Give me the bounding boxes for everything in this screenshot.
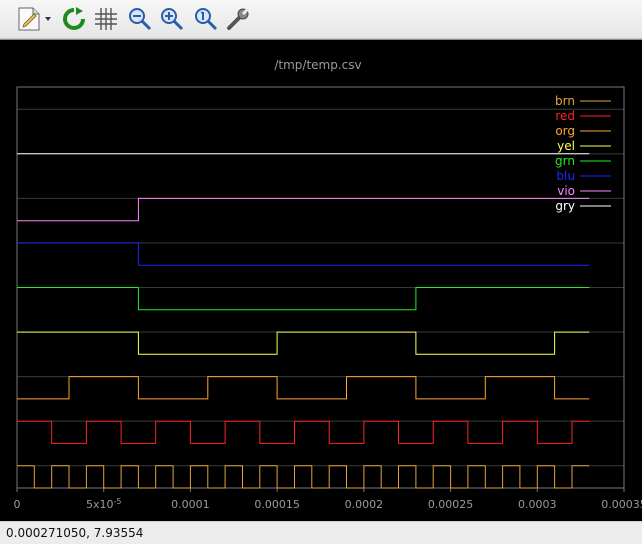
legend-label-brn: brn [555,94,575,108]
x-tick-label: 0.0001 [171,498,210,511]
waveform-chart: /tmp/temp.csv 0 5x10-5 0.0001 0.00015 0.0002… [0,40,642,522]
settings-button[interactable] [224,5,252,33]
zoom-in-icon [159,6,185,32]
series-lines [17,154,589,488]
legend-label-vio: vio [557,184,575,198]
x-tick-label: 0 [14,498,21,511]
series-yel [17,332,589,354]
grid-button[interactable] [92,5,120,33]
legend-label-red: red [555,109,575,123]
zoom-out-button[interactable] [126,5,154,33]
x-tick-label: 0.00025 [428,498,474,511]
new-page-button[interactable] [14,5,56,33]
cursor-coordinates: 0.000271050, 7.93554 [6,526,143,540]
x-tick-label: 5x10-5 [86,497,122,511]
series-red [17,421,589,443]
zoom-out-icon [127,6,153,32]
refresh-button[interactable] [60,5,88,33]
zoom-in-button[interactable] [158,5,186,33]
series-org [17,377,589,399]
zoom-reset-icon [193,6,219,32]
refresh-icon [61,6,87,32]
legend-label-org: org [555,124,575,138]
status-bar: 0.000271050, 7.93554 [0,521,642,543]
chart-title: /tmp/temp.csv [274,58,361,72]
x-tick-label: 0.00015 [254,498,300,511]
legend-label-blu: blu [556,169,575,183]
new-page-icon [15,6,55,32]
x-tick-label: 0.0003 [518,498,557,511]
series-blu [17,243,589,265]
series-vio [17,198,589,220]
toolbar [0,0,642,39]
legend-label-yel: yel [557,139,575,153]
settings-wrench-icon [225,6,251,32]
x-tick-label: 0.0002 [345,498,384,511]
x-tick-label: 0.00035 [601,498,642,511]
legend-label-grn: grn [555,154,575,168]
grid-icon [93,6,119,32]
plot-area[interactable]: /tmp/temp.csv 0 5x10-5 0.0001 0.00015 0.0002… [0,39,642,522]
series-grn [17,288,589,310]
x-axis-ticks: 0 5x10-5 0.0001 0.00015 0.0002 0.00025 0.0003 0… [14,488,642,511]
series-brn [17,466,589,488]
zoom-reset-button[interactable] [192,5,220,33]
legend-label-gry: gry [555,199,575,213]
